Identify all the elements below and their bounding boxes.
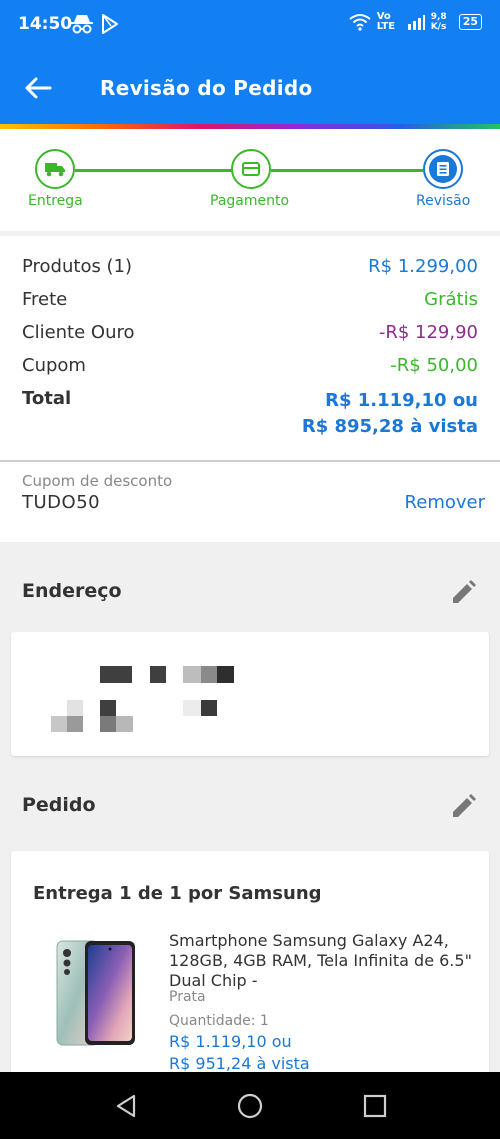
address-card[interactable] xyxy=(11,632,489,756)
order-section-title: Pedido xyxy=(22,794,96,816)
step-entrega[interactable] xyxy=(35,149,75,189)
network-speed: 9,8 K/s xyxy=(430,12,447,32)
product-variant: Prata xyxy=(169,989,206,1005)
recents-nav-icon[interactable] xyxy=(361,1092,389,1120)
product-price-cash: R$ 951,24 à vista xyxy=(169,1054,310,1073)
product-quantity: Quantidade: 1 xyxy=(169,1013,269,1029)
product-price-installments: R$ 1.119,10 ou xyxy=(169,1032,292,1051)
total-value: R$ 1.119,10 ou R$ 895,28 à vista xyxy=(302,388,478,440)
summary-row-cliente-ouro: Cliente Ouro -R$ 129,90 xyxy=(22,322,478,343)
summary-row-cupom: Cupom -R$ 50,00 xyxy=(22,355,478,376)
step-label-revisao: Revisão xyxy=(416,193,471,209)
page-title: Revisão do Pedido xyxy=(100,76,313,100)
summary-label: Produtos (1) xyxy=(22,256,133,277)
play-store-icon xyxy=(102,14,118,34)
total-installments: R$ 1.119,10 ou xyxy=(325,390,478,411)
network-type: Vo LTE xyxy=(376,11,396,32)
step-label-entrega: Entrega xyxy=(28,193,83,209)
truck-icon xyxy=(45,163,65,177)
list-icon xyxy=(437,162,449,176)
step-label-pagamento: Pagamento xyxy=(210,193,290,209)
app-bar: Revisão do Pedido xyxy=(0,50,500,126)
home-nav-icon[interactable] xyxy=(236,1092,264,1120)
summary-row-total: Total R$ 1.119,10 ou R$ 895,28 à vista xyxy=(22,388,478,440)
product-name[interactable]: Smartphone Samsung Galaxy A24, 128GB, 4G… xyxy=(169,931,479,991)
summary-value: R$ 1.299,00 xyxy=(368,256,478,277)
coupon-section: Cupom de desconto TUDO50 Remover xyxy=(0,462,500,542)
coupon-label: Cupom de desconto xyxy=(22,472,173,490)
summary-value: Grátis xyxy=(424,289,478,310)
summary-row-produtos: Produtos (1) R$ 1.299,00 xyxy=(22,256,478,277)
summary-label: Cliente Ouro xyxy=(22,322,135,343)
system-nav-bar xyxy=(0,1072,500,1139)
edit-order-icon[interactable] xyxy=(448,792,478,822)
delivery-title: Entrega 1 de 1 por Samsung xyxy=(33,883,322,904)
battery-icon: 25 xyxy=(458,14,482,30)
product-image[interactable] xyxy=(51,939,141,1049)
remove-coupon-button[interactable]: Remover xyxy=(405,492,485,513)
incognito-icon xyxy=(71,15,93,34)
summary-value: -R$ 129,90 xyxy=(378,322,478,343)
signal-icon xyxy=(407,15,425,30)
summary-label: Cupom xyxy=(22,355,86,376)
summary-value: -R$ 50,00 xyxy=(390,355,478,376)
order-card: Entrega 1 de 1 por Samsung Smartphone Sa… xyxy=(11,851,489,1081)
step-revisao[interactable] xyxy=(423,149,463,189)
total-cash: R$ 895,28 à vista xyxy=(301,416,478,437)
summary-row-frete: Frete Grátis xyxy=(22,289,478,310)
summary-label: Frete xyxy=(22,289,68,310)
step-pagamento[interactable] xyxy=(231,149,271,189)
card-icon xyxy=(242,162,260,176)
coupon-code: TUDO50 xyxy=(22,492,101,513)
step-connector xyxy=(75,169,232,172)
checkout-stepper: Entrega Pagamento Revisão xyxy=(0,129,500,231)
status-bar: 14:50 Vo LTE 9,8 K/s 25 xyxy=(0,0,500,50)
step-connector xyxy=(271,169,423,172)
back-nav-icon[interactable] xyxy=(112,1092,140,1120)
arrow-left-icon[interactable] xyxy=(22,72,54,104)
total-label: Total xyxy=(22,388,72,409)
address-section-title: Endereço xyxy=(22,580,122,602)
wifi-icon xyxy=(349,14,371,31)
edit-address-icon[interactable] xyxy=(448,578,478,608)
order-summary: Produtos (1) R$ 1.299,00 Frete Grátis Cl… xyxy=(0,236,500,460)
status-time: 14:50 xyxy=(18,14,73,34)
